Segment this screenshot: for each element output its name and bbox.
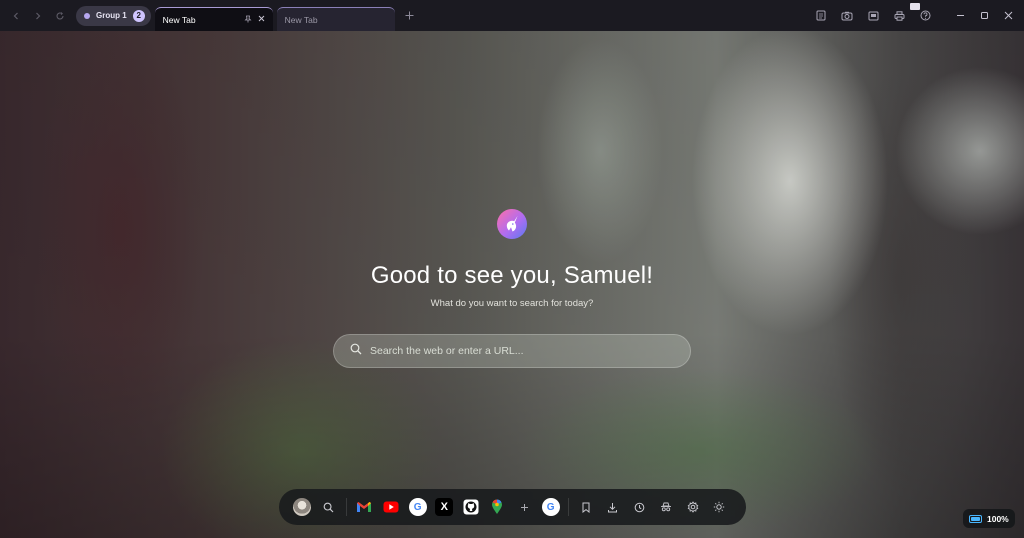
search-icon — [350, 342, 362, 360]
battery-icon — [969, 514, 982, 523]
group-label: Group 1 — [96, 11, 127, 20]
add-shortcut-icon[interactable] — [511, 494, 538, 520]
minimize-icon[interactable] — [948, 0, 972, 31]
brightness-icon[interactable] — [706, 494, 733, 520]
maps-icon[interactable] — [484, 494, 511, 520]
tab-title: New Tab — [284, 14, 318, 25]
dock-search-icon[interactable] — [316, 494, 343, 520]
media-badge-icon — [910, 3, 920, 10]
download-icon[interactable] — [600, 494, 627, 520]
close-tab-icon[interactable] — [258, 15, 265, 24]
battery-indicator: 100% — [963, 509, 1015, 528]
bookmark-icon[interactable] — [573, 494, 600, 520]
battery-percentage: 100% — [987, 513, 1009, 524]
history-icon[interactable] — [626, 494, 653, 520]
reload-icon[interactable] — [50, 6, 70, 26]
tab-title: New Tab — [162, 14, 196, 25]
google-shortcut-icon[interactable]: G — [537, 494, 564, 520]
gmail-icon[interactable] — [351, 494, 378, 520]
greeting-subtitle: What do you want to search for today? — [430, 298, 594, 309]
close-window-icon[interactable] — [996, 0, 1020, 31]
tab-new-tab[interactable]: New Tab — [276, 7, 395, 31]
youtube-icon[interactable] — [378, 494, 405, 520]
group-color-dot — [84, 12, 90, 19]
reader-icon[interactable] — [808, 0, 834, 31]
search-input[interactable] — [370, 345, 690, 357]
settings-icon[interactable] — [679, 494, 706, 520]
incognito-icon[interactable] — [653, 494, 680, 520]
sidebar-panel-icon[interactable] — [860, 0, 886, 31]
help-icon[interactable] — [910, 0, 938, 31]
screenshot-icon[interactable] — [834, 0, 860, 31]
bottom-dock: G X G — [279, 489, 746, 525]
greeting-heading: Good to see you, Samuel! — [370, 262, 654, 289]
google-icon[interactable]: G — [404, 494, 431, 520]
back-icon[interactable] — [6, 6, 26, 26]
tab-group-chip[interactable]: Group 1 2 — [76, 5, 151, 26]
unicorn-logo-icon — [497, 209, 527, 239]
print-icon[interactable] — [886, 0, 912, 31]
search-bar[interactable] — [333, 334, 691, 368]
pin-icon[interactable] — [244, 15, 252, 25]
github-icon[interactable] — [458, 494, 485, 520]
dock-divider — [567, 498, 569, 516]
new-tab-button[interactable] — [405, 9, 414, 23]
forward-icon[interactable] — [28, 6, 48, 26]
maximize-icon[interactable] — [972, 0, 996, 31]
dock-divider — [346, 498, 348, 516]
browser-titlebar: Group 1 2 New Tab New Tab — [0, 0, 1024, 31]
group-count-badge: 2 — [132, 9, 145, 22]
tab-new-tab-active[interactable]: New Tab — [154, 7, 273, 31]
profile-avatar[interactable] — [289, 494, 316, 520]
x-icon[interactable]: X — [431, 494, 458, 520]
avatar — [293, 498, 312, 516]
